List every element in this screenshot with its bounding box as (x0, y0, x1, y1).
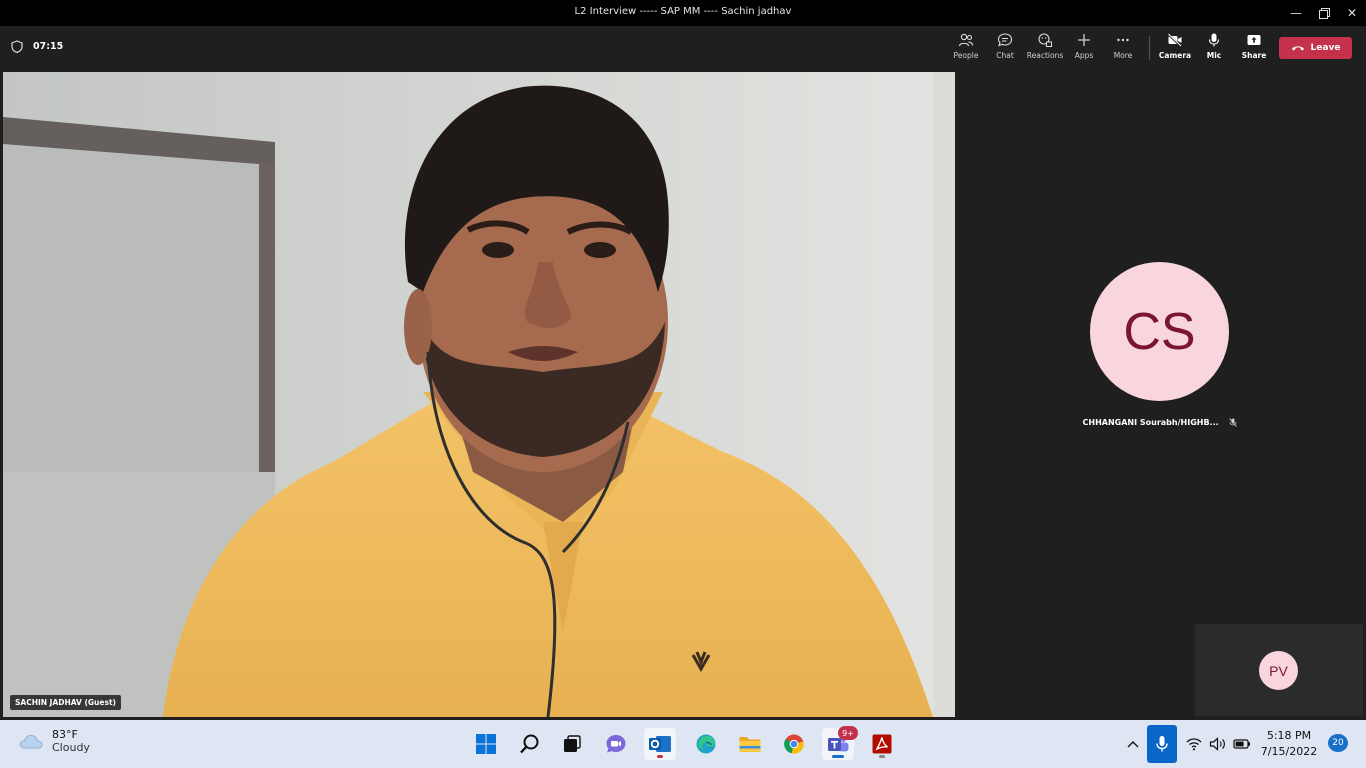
people-icon (958, 33, 974, 47)
people-button[interactable]: People (946, 32, 986, 66)
mic-off-icon (1229, 418, 1238, 427)
notification-count-badge[interactable]: 20 (1328, 734, 1348, 752)
hangup-icon (1291, 46, 1304, 51)
clock-date: 7/15/2022 (1260, 745, 1318, 758)
participant-name-tag: SACHIN JADHAV (Guest) (10, 695, 121, 710)
shield-icon (11, 40, 23, 53)
battery-icon (1233, 739, 1250, 749)
cloud-icon (19, 734, 43, 749)
close-button[interactable]: ✕ (1334, 0, 1366, 26)
mic-icon (1208, 33, 1220, 47)
timer-text: 07:15 (33, 41, 64, 52)
chrome-button[interactable] (778, 728, 810, 760)
apps-button[interactable]: Apps (1064, 32, 1104, 66)
weather-widget[interactable]: 83°F Cloudy (18, 728, 90, 754)
microphone-in-use-button[interactable] (1147, 725, 1177, 763)
file-explorer-button[interactable] (734, 728, 766, 760)
battery-button[interactable] (1230, 732, 1254, 756)
restore-icon (1318, 7, 1330, 19)
share-icon (1247, 35, 1261, 45)
teams-notification-badge: 9+ (838, 726, 858, 740)
weather-temp: 83°F (52, 728, 78, 741)
video-chat-icon (606, 735, 626, 753)
task-view-icon (564, 735, 581, 752)
running-indicator (657, 755, 663, 758)
acrobat-button[interactable] (866, 728, 898, 760)
participant-video-image (3, 72, 955, 717)
running-indicator (832, 755, 844, 758)
search-icon (520, 734, 539, 754)
teams-button[interactable]: 9+ (822, 726, 858, 760)
speaker-icon (1209, 737, 1225, 751)
add-icon (1078, 34, 1090, 46)
leave-button[interactable]: Leave (1279, 37, 1352, 59)
chevron-up-icon (1127, 741, 1139, 748)
clock-time: 5:18 PM (1266, 729, 1312, 742)
weather-condition: Cloudy (52, 741, 90, 754)
outlook-icon (649, 736, 671, 752)
chat-icon (997, 33, 1013, 47)
folder-icon (739, 737, 761, 752)
wifi-button[interactable] (1182, 732, 1206, 756)
more-icon (1117, 38, 1129, 42)
main-video-feed[interactable]: SACHIN JADHAV (Guest) (3, 72, 955, 717)
acrobat-icon (872, 734, 892, 754)
reactions-button[interactable]: Reactions (1025, 32, 1065, 66)
camera-off-icon (1167, 33, 1182, 48)
share-button[interactable]: Share (1234, 32, 1274, 66)
clock[interactable]: 5:18 PM 7/15/2022 (1258, 728, 1320, 760)
window-title-bar: L2 Interview ----- SAP MM ---- Sachin ja… (0, 0, 1366, 26)
edge-icon (696, 734, 716, 754)
meeting-timer: 07:15 (11, 40, 63, 53)
task-view-button[interactable] (556, 728, 588, 760)
teams-chat-button[interactable] (600, 728, 632, 760)
start-button[interactable] (470, 728, 502, 760)
search-button[interactable] (514, 728, 546, 760)
outlook-button[interactable] (644, 728, 676, 760)
chrome-icon (784, 734, 804, 754)
microphone-icon (1156, 736, 1168, 752)
more-button[interactable]: More (1103, 32, 1143, 66)
toolbar-divider (1149, 36, 1150, 60)
wifi-icon (1186, 738, 1202, 751)
windows-icon (476, 734, 496, 754)
running-indicator (879, 755, 885, 758)
edge-button[interactable] (690, 728, 722, 760)
camera-button[interactable]: Camera (1155, 32, 1195, 66)
participant-avatar-pv: PV (1259, 651, 1298, 690)
window-title: L2 Interview ----- SAP MM ---- Sachin ja… (574, 6, 792, 17)
participant-name-cs: CHHANGANI Sourabh/HIGHB... (1060, 418, 1260, 427)
volume-button[interactable] (1206, 732, 1230, 756)
chat-button[interactable]: Chat (985, 32, 1025, 66)
show-hidden-icons-button[interactable] (1120, 730, 1146, 758)
mic-button[interactable]: Mic (1194, 32, 1234, 66)
reactions-icon (1038, 33, 1052, 47)
participant-avatar-cs[interactable]: CS (1090, 262, 1229, 401)
participant-name-text: CHHANGANI Sourabh/HIGHB... (1082, 418, 1219, 427)
taskbar: 83°F Cloudy 9+ 5:18 PM 7/15/2022 (0, 720, 1366, 768)
participant-tile-pv[interactable]: PV (1195, 624, 1363, 716)
